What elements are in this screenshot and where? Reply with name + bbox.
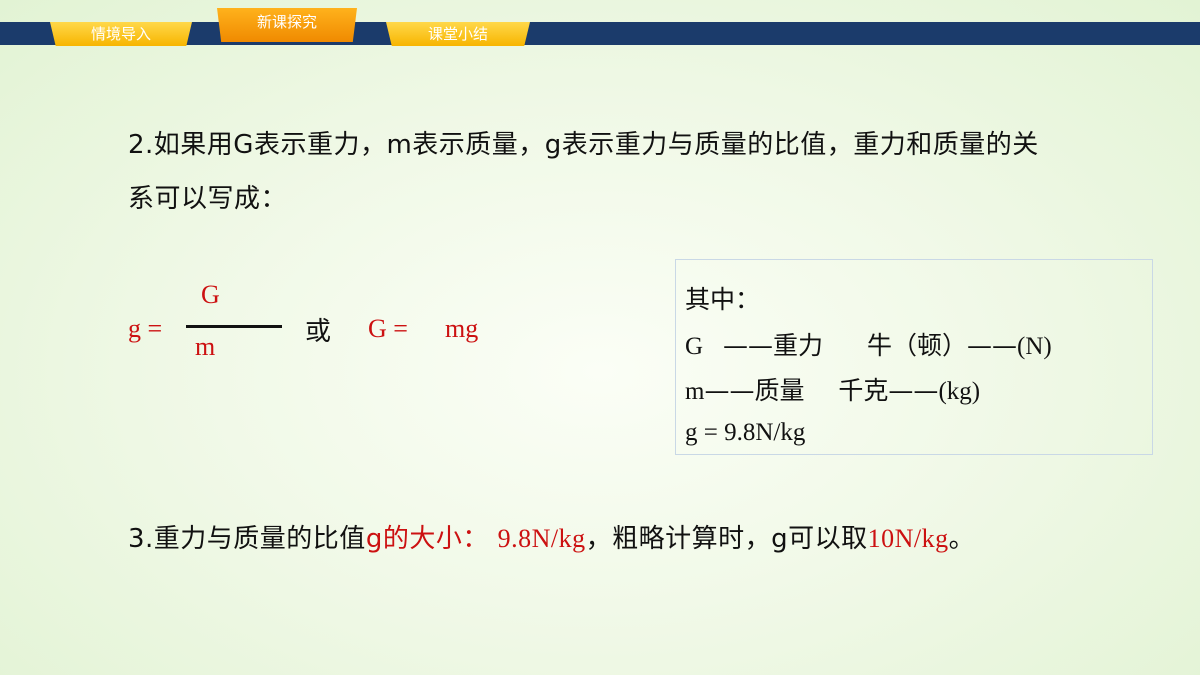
legend-m-unit-name: 千克—— bbox=[838, 376, 939, 405]
tab-explore[interactable]: 新课探究 bbox=[217, 8, 357, 42]
formula-or: 或 bbox=[305, 317, 332, 347]
legend-G-unit: (N) bbox=[1017, 333, 1052, 360]
formula-numerator: G bbox=[201, 280, 220, 309]
legend-G-name: 重力 bbox=[773, 331, 824, 360]
point3-suffix: 。 bbox=[948, 524, 976, 554]
point3-highlight: g的大小： bbox=[365, 524, 489, 554]
legend-G-dash: —— bbox=[723, 331, 774, 360]
formula-G-equals: G = bbox=[368, 314, 408, 343]
tab-summary-label: 课堂小结 bbox=[427, 25, 488, 43]
tab-explore-label: 新课探究 bbox=[256, 13, 317, 31]
point3-value2: 10N/kg bbox=[867, 524, 949, 553]
point3-middle: ，粗略计算时，g可以取 bbox=[585, 524, 868, 554]
legend-row-m: m——质量 千克——(kg) bbox=[685, 371, 980, 407]
point3-value1: 9.8N/kg bbox=[497, 524, 586, 553]
tab-intro[interactable]: 情境导入 bbox=[50, 22, 192, 46]
legend-m-name: 质量 bbox=[754, 376, 805, 405]
tab-summary[interactable]: 课堂小结 bbox=[386, 22, 530, 46]
point2-line2: 系可以写成： bbox=[128, 184, 288, 214]
formula-g-equals: g = bbox=[128, 314, 163, 343]
formula-denominator: m bbox=[195, 332, 216, 361]
point3-prefix: 3.重力与质量的比值 bbox=[128, 524, 366, 554]
legend-G-symbol: G bbox=[685, 333, 704, 360]
legend-row-G: G ——重力 牛（顿）——(N) bbox=[685, 326, 1052, 362]
formula-mg: mg bbox=[445, 314, 479, 343]
fraction-bar bbox=[186, 325, 282, 328]
point3-line: 3.重力与质量的比值g的大小： 9.8N/kg，粗略计算时，g可以取10N/kg… bbox=[128, 518, 975, 555]
legend-m-symbol: m bbox=[685, 378, 705, 405]
legend-title: 其中： bbox=[685, 285, 761, 314]
legend-m-unit: (kg) bbox=[938, 378, 981, 405]
legend-G-unit-name: 牛（顿）—— bbox=[866, 331, 1017, 360]
legend-row-g-value: g = 9.8N/kg bbox=[685, 419, 806, 446]
tab-intro-label: 情境导入 bbox=[90, 25, 151, 43]
point2-line1: 2.如果用G表示重力，m表示质量，g表示重力与质量的比值，重力和质量的关 bbox=[128, 130, 1039, 160]
legend-m-dash: —— bbox=[704, 376, 755, 405]
